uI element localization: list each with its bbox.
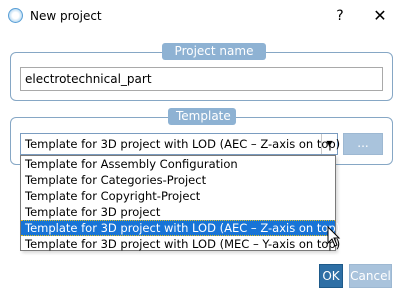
template-option[interactable]: Template for 3D project bbox=[21, 204, 335, 220]
close-button[interactable]: ✕ bbox=[366, 4, 394, 28]
title-bar: New project ? ✕ bbox=[0, 0, 403, 33]
cancel-button[interactable]: Cancel bbox=[349, 264, 392, 288]
template-option-highlighted[interactable]: Template for 3D project with LOD (AEC – … bbox=[21, 220, 340, 236]
template-select[interactable]: Template for 3D project with LOD (AEC – … bbox=[20, 133, 341, 155]
window-title: New project bbox=[30, 9, 102, 23]
app-icon bbox=[8, 8, 23, 23]
chevron-down-icon[interactable]: ▼ bbox=[321, 134, 337, 154]
template-option[interactable]: Template for Copyright-Project bbox=[21, 188, 335, 204]
template-option[interactable]: Template for Assembly Configuration bbox=[21, 156, 335, 172]
browse-template-button[interactable]: ... bbox=[343, 133, 383, 155]
mouse-cursor-icon bbox=[327, 226, 341, 247]
template-dropdown-list: Template for Assembly Configuration Temp… bbox=[20, 155, 340, 252]
template-label: Template bbox=[168, 108, 236, 125]
template-option[interactable]: Template for Categories-Project bbox=[21, 172, 335, 188]
template-option[interactable]: Template for 3D project with LOD (MEC – … bbox=[21, 236, 340, 252]
help-button[interactable]: ? bbox=[328, 4, 352, 28]
project-name-input[interactable]: electrotechnical_part bbox=[20, 67, 383, 91]
template-selected-value: Template for 3D project with LOD (AEC – … bbox=[25, 137, 341, 151]
project-name-label: Project name bbox=[162, 43, 266, 60]
ok-button[interactable]: OK bbox=[319, 264, 343, 288]
